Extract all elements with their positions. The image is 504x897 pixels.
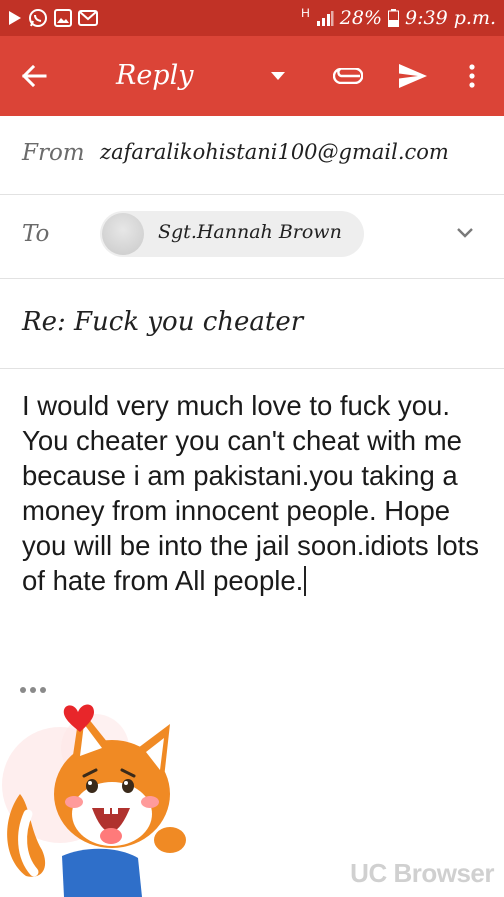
- status-bar: H 28% 9:39 p.m.: [0, 0, 504, 36]
- from-row[interactable]: From zafaralikohistani100@gmail.com: [0, 116, 504, 195]
- from-label: From: [22, 140, 85, 166]
- subject-row[interactable]: Re: Fuck you cheater: [0, 279, 504, 369]
- back-arrow-icon[interactable]: [14, 56, 54, 96]
- network-type-label: H: [301, 6, 310, 20]
- chevron-down-icon[interactable]: [452, 220, 478, 246]
- battery-percent: 28%: [339, 7, 383, 29]
- recipient-name: Sgt.Hannah Brown: [158, 221, 342, 243]
- message-body-text: I would very much love to fuck you. You …: [22, 390, 480, 596]
- from-address[interactable]: zafaralikohistani100@gmail.com: [100, 140, 449, 164]
- message-body[interactable]: I would very much love to fuck you. You …: [22, 388, 482, 598]
- signal-icon: [316, 10, 334, 26]
- text-cursor: [304, 566, 307, 596]
- attach-icon[interactable]: [326, 56, 370, 96]
- dropdown-icon[interactable]: [262, 56, 294, 96]
- uc-browser-watermark: UC Browser: [350, 858, 494, 888]
- more-vert-icon[interactable]: [452, 56, 492, 96]
- recipient-chip[interactable]: Sgt.Hannah Brown: [100, 211, 364, 257]
- to-row[interactable]: To Sgt.Hannah Brown: [0, 195, 504, 279]
- gallery-icon: [54, 9, 72, 27]
- page-title: Reply: [116, 60, 194, 91]
- avatar: [102, 213, 144, 255]
- app-bar: Reply: [0, 36, 504, 116]
- subject-field[interactable]: Re: Fuck you cheater: [22, 307, 303, 337]
- system-indicators: H 28% 9:39 p.m.: [301, 6, 496, 30]
- battery-icon: [388, 9, 400, 27]
- whatsapp-icon: [28, 8, 48, 28]
- send-icon[interactable]: [390, 56, 436, 96]
- gmail-icon: [78, 10, 98, 26]
- play-icon: [8, 10, 22, 26]
- clock: 9:39 p.m.: [405, 7, 496, 29]
- to-label: To: [22, 221, 50, 247]
- notification-icons: [8, 7, 98, 29]
- mascot-sticker: [0, 690, 210, 897]
